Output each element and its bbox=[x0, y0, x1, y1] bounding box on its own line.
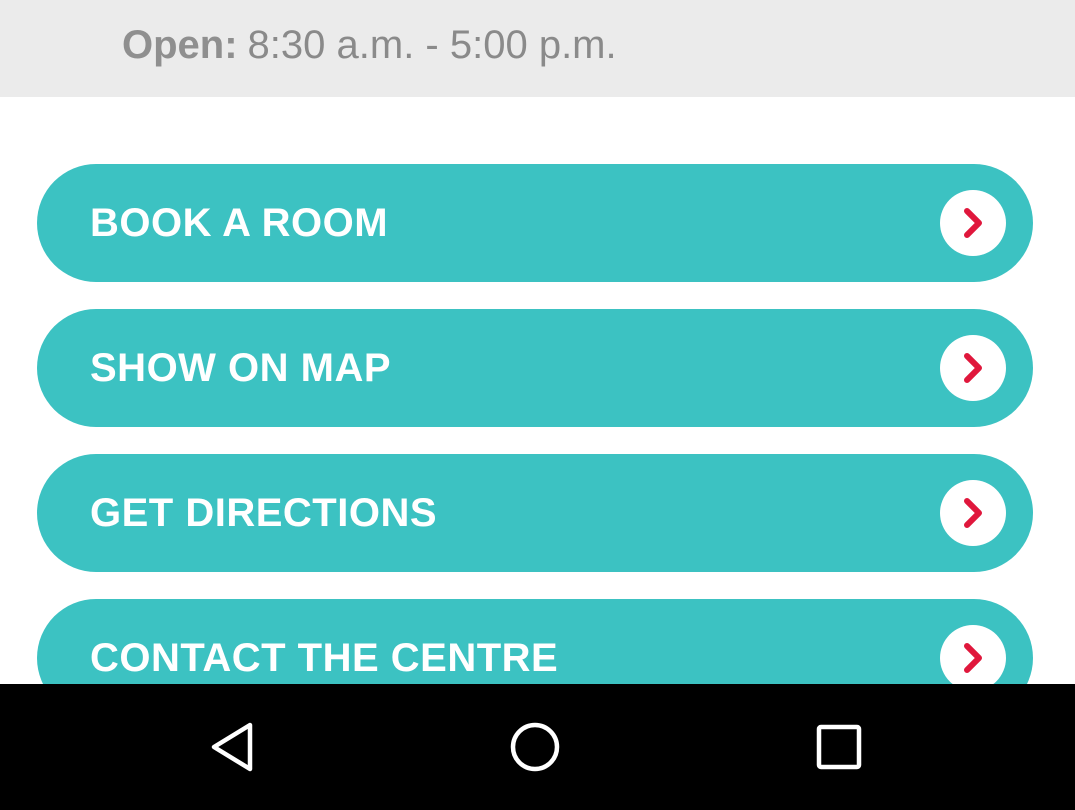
opening-hours: Open: 8:30 a.m. - 5:00 p.m. bbox=[122, 20, 617, 70]
chevron-right-icon bbox=[940, 190, 1006, 256]
show-on-map-button[interactable]: SHOW ON MAP bbox=[37, 309, 1033, 427]
screen: Open: 8:30 a.m. - 5:00 p.m. BOOK A ROOM S… bbox=[0, 0, 1075, 810]
opening-hours-label: Open: bbox=[122, 23, 238, 67]
get-directions-button[interactable]: GET DIRECTIONS bbox=[37, 454, 1033, 572]
opening-hours-value: 8:30 a.m. - 5:00 p.m. bbox=[247, 23, 617, 67]
back-button[interactable] bbox=[204, 717, 264, 777]
chevron-right-icon bbox=[940, 625, 1006, 684]
opening-hours-bar: Open: 8:30 a.m. - 5:00 p.m. bbox=[0, 0, 1075, 97]
chevron-right-icon bbox=[940, 335, 1006, 401]
actions-list: BOOK A ROOM SHOW ON MAP GET DIRECTIONS C… bbox=[0, 97, 1075, 684]
chevron-right-icon bbox=[940, 480, 1006, 546]
get-directions-label: GET DIRECTIONS bbox=[90, 491, 438, 535]
book-room-button[interactable]: BOOK A ROOM bbox=[37, 164, 1033, 282]
show-on-map-label: SHOW ON MAP bbox=[90, 346, 392, 390]
home-circle-icon bbox=[510, 722, 560, 772]
contact-centre-label: CONTACT THE CENTRE bbox=[90, 636, 559, 680]
recents-button[interactable] bbox=[809, 717, 869, 777]
back-triangle-icon bbox=[211, 722, 253, 772]
book-room-label: BOOK A ROOM bbox=[90, 201, 389, 245]
contact-centre-button[interactable]: CONTACT THE CENTRE bbox=[37, 599, 1033, 684]
system-navigation-bar bbox=[0, 684, 1075, 810]
home-button[interactable] bbox=[505, 717, 565, 777]
recents-square-icon bbox=[816, 724, 862, 770]
